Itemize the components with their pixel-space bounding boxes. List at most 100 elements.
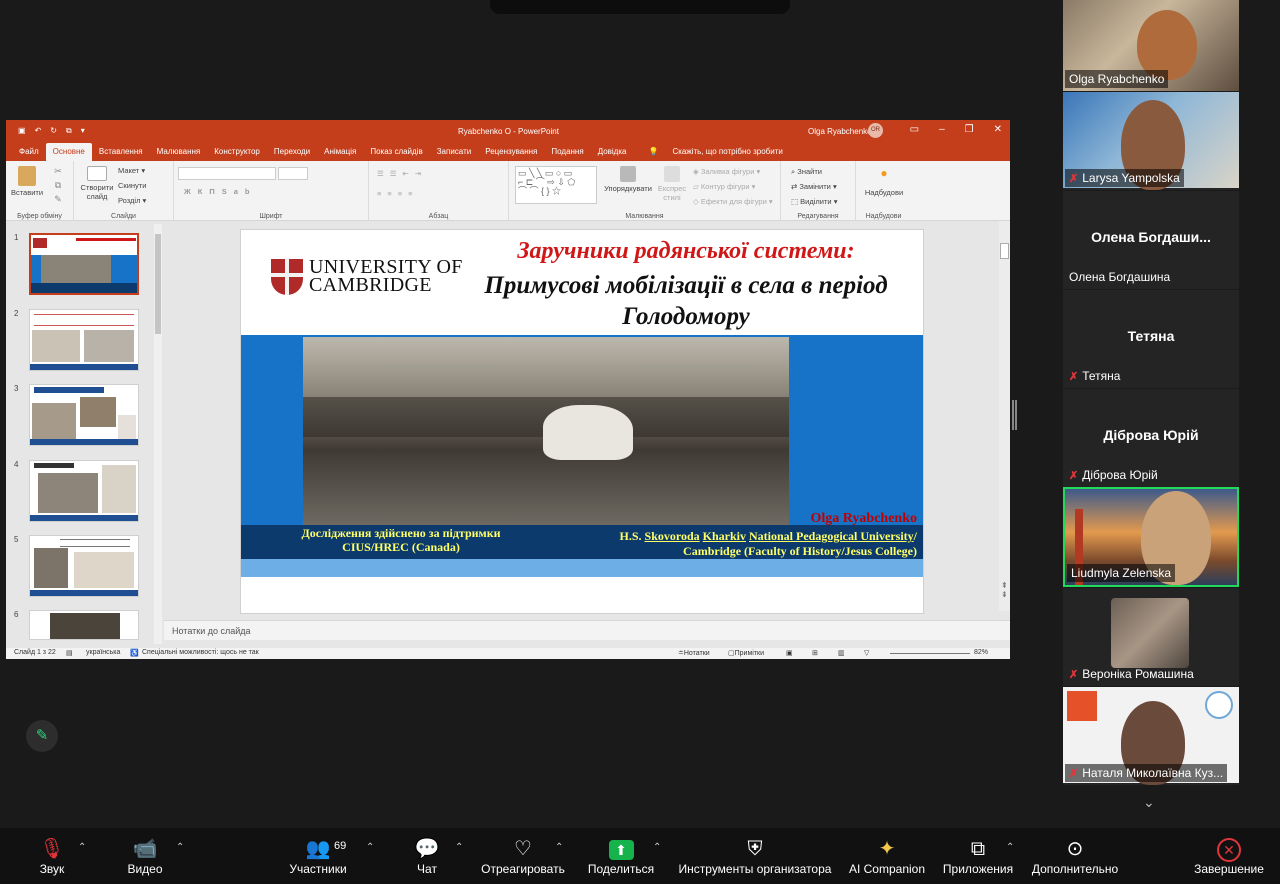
prev-next-slide-icon[interactable]: ⇞ ⇟	[1001, 581, 1008, 599]
slide-thumbnail-3[interactable]	[29, 384, 139, 446]
video-button[interactable]: 📹 Видео	[122, 836, 168, 876]
notes-toggle[interactable]: ≐ Нотатки	[678, 649, 710, 657]
slide-thumbnail-4[interactable]	[29, 460, 139, 522]
shape-fill-button[interactable]: ◈ Заливка фігури ▾	[693, 167, 760, 176]
participant-tile[interactable]: Олена Богдаши... Олена Богдашина	[1063, 191, 1239, 289]
chevron-down-icon[interactable]: ⌄	[1143, 794, 1155, 811]
audio-options-chevron[interactable]: ⌃	[78, 842, 86, 853]
tell-me-search[interactable]: Скажіть, що потрібно зробити	[665, 147, 789, 161]
audio-button[interactable]: 🎙 Звук	[32, 836, 72, 876]
ai-companion-button[interactable]: ✦ AI Companion	[848, 836, 926, 876]
tab-animations[interactable]: Анімація	[317, 147, 363, 161]
meeting-top-handle[interactable]	[490, 0, 790, 14]
chat-options-chevron[interactable]: ⌃	[455, 842, 463, 853]
react-button[interactable]: ♡ Отреагировать	[480, 836, 566, 876]
paste-button[interactable]: Вставити	[10, 166, 44, 197]
tab-record[interactable]: Записати	[430, 147, 479, 161]
maximize-icon[interactable]: ❐	[965, 124, 974, 135]
participant-tile[interactable]: ✗ Вероніка Ромашина	[1063, 588, 1239, 686]
close-icon[interactable]: ✕	[994, 124, 1002, 135]
slide-thumbnail-2[interactable]	[29, 309, 139, 371]
spellcheck-icon[interactable]: ▤	[66, 649, 73, 657]
tab-review[interactable]: Рецензування	[478, 147, 544, 161]
thumbnails-scrollbar[interactable]	[154, 224, 162, 644]
slide-thumbnails-pane[interactable]: 1 2 3 4 5 6	[6, 221, 164, 648]
addins-button[interactable]: ● Надбудови	[862, 167, 906, 197]
current-slide[interactable]: UNIVERSITY OF CAMBRIDGE Заручники радянс…	[240, 229, 924, 614]
present-icon[interactable]: ⧉	[66, 126, 72, 136]
shape-effects-button[interactable]: ◇ Ефекти для фігури ▾	[693, 197, 773, 206]
more-button[interactable]: ⊙ Дополнительно	[1030, 836, 1120, 876]
redo-icon[interactable]: ↻	[50, 126, 57, 136]
tab-view[interactable]: Подання	[544, 147, 590, 161]
apps-options-chevron[interactable]: ⌃	[1006, 842, 1014, 853]
layout-button[interactable]: Макет ▾	[118, 166, 145, 175]
scrollbar-thumb[interactable]	[1000, 243, 1009, 259]
participant-tile[interactable]: Діброва Юрій ✗ Діброва Юрій	[1063, 389, 1239, 487]
share-options-chevron[interactable]: ⌃	[653, 842, 661, 853]
participant-tile[interactable]: ✗ Наталя Миколаївна Куз...	[1063, 687, 1239, 785]
account-name[interactable]: Olga Ryabchenko	[808, 127, 872, 136]
arrange-button[interactable]: Упорядкувати	[603, 166, 653, 193]
tab-transitions[interactable]: Переходи	[267, 147, 317, 161]
align-buttons[interactable]: ≡≡≡≡	[377, 189, 419, 198]
sorter-view-icon[interactable]: ⊞	[812, 649, 818, 657]
ribbon-display-icon[interactable]: ▭	[910, 124, 919, 135]
react-options-chevron[interactable]: ⌃	[555, 842, 563, 853]
copy-icon[interactable]: ⧉	[48, 181, 68, 190]
video-options-chevron[interactable]: ⌃	[176, 842, 184, 853]
shapes-gallery[interactable]: ▭ ╲ ╲ ▭ ○ ▭ ⌐ ⊏ ⌒ ⇨ ⇩ ⬠ ⌒ ⌒ { } ☆	[515, 166, 597, 204]
new-slide-button[interactable]: Створити слайд	[80, 166, 114, 201]
zoom-slider[interactable]	[890, 653, 970, 654]
replace-button[interactable]: ⇄ Замінити ▾	[791, 182, 837, 191]
list-buttons[interactable]: ☰☰⇤⇥	[377, 169, 427, 178]
apps-button[interactable]: ⧉ Приложения	[941, 836, 1015, 876]
tab-design[interactable]: Конструктор	[207, 147, 267, 161]
format-painter-icon[interactable]: ✎	[48, 195, 68, 204]
end-meeting-button[interactable]: ✕ Завершение	[1194, 836, 1264, 876]
participants-options-chevron[interactable]: ⌃	[366, 842, 374, 853]
slide-thumbnail-1[interactable]	[29, 233, 139, 295]
zoom-level[interactable]: 82%	[974, 649, 988, 656]
scrollbar-thumb[interactable]	[155, 234, 161, 334]
participant-tile-active-speaker[interactable]: Liudmyla Zelenska	[1063, 487, 1239, 587]
quick-styles-button[interactable]: Експрес стилі	[655, 166, 689, 202]
language-indicator[interactable]: українська	[86, 649, 120, 656]
select-button[interactable]: ⬚ Виділити ▾	[791, 197, 837, 206]
tab-help[interactable]: Довідка	[591, 147, 634, 161]
host-tools-button[interactable]: ⛨ Инструменты организатора	[677, 836, 833, 876]
section-button[interactable]: Розділ ▾	[118, 196, 146, 205]
minimize-icon[interactable]: –	[939, 124, 945, 135]
participant-tile[interactable]: ✗ Larysa Yampolska	[1063, 92, 1239, 190]
slide-thumbnail-6[interactable]	[29, 610, 139, 640]
slideshow-view-icon[interactable]: ▽	[864, 649, 869, 657]
tab-draw[interactable]: Малювання	[150, 147, 208, 161]
font-style-buttons[interactable]: ЖКПSab	[184, 187, 257, 196]
participant-tile[interactable]: Olga Ryabchenko	[1063, 0, 1239, 91]
tab-slideshow[interactable]: Показ слайдів	[363, 147, 429, 161]
tab-home[interactable]: Основне	[45, 143, 92, 161]
slide-scrollbar[interactable]: ⇞ ⇟	[999, 221, 1010, 611]
save-icon[interactable]: ▣	[18, 126, 26, 136]
notes-pane[interactable]: Нотатки до слайда	[164, 620, 1010, 640]
customize-icon[interactable]: ▾	[81, 126, 85, 136]
account-avatar[interactable]: OR	[868, 123, 883, 138]
comments-toggle[interactable]: ▢ Примітки	[728, 649, 764, 657]
find-button[interactable]: ⌕ Знайти	[791, 167, 822, 176]
tab-file[interactable]: Файл	[12, 147, 46, 161]
cut-icon[interactable]: ✂	[48, 167, 68, 176]
chat-button[interactable]: 💬 Чат	[412, 836, 442, 876]
slide-thumbnail-5[interactable]	[29, 535, 139, 597]
tab-insert[interactable]: Вставлення	[92, 147, 150, 161]
normal-view-icon[interactable]: ▣	[786, 649, 793, 657]
shape-outline-button[interactable]: ▱ Контур фігури ▾	[693, 182, 755, 191]
font-size-select[interactable]	[278, 167, 308, 180]
share-button[interactable]: ⬆ Поделиться	[587, 836, 655, 876]
participant-tile[interactable]: Тетяна ✗ Тетяна	[1063, 290, 1239, 388]
annotate-pencil-icon[interactable]: ✎	[26, 720, 58, 752]
reading-view-icon[interactable]: ▥	[838, 649, 845, 657]
reset-button[interactable]: Скинути	[118, 181, 146, 190]
undo-icon[interactable]: ↶	[35, 126, 42, 136]
font-family-select[interactable]	[178, 167, 276, 180]
accessibility-status[interactable]: Спеціальні можливості: щось не так	[142, 649, 259, 656]
